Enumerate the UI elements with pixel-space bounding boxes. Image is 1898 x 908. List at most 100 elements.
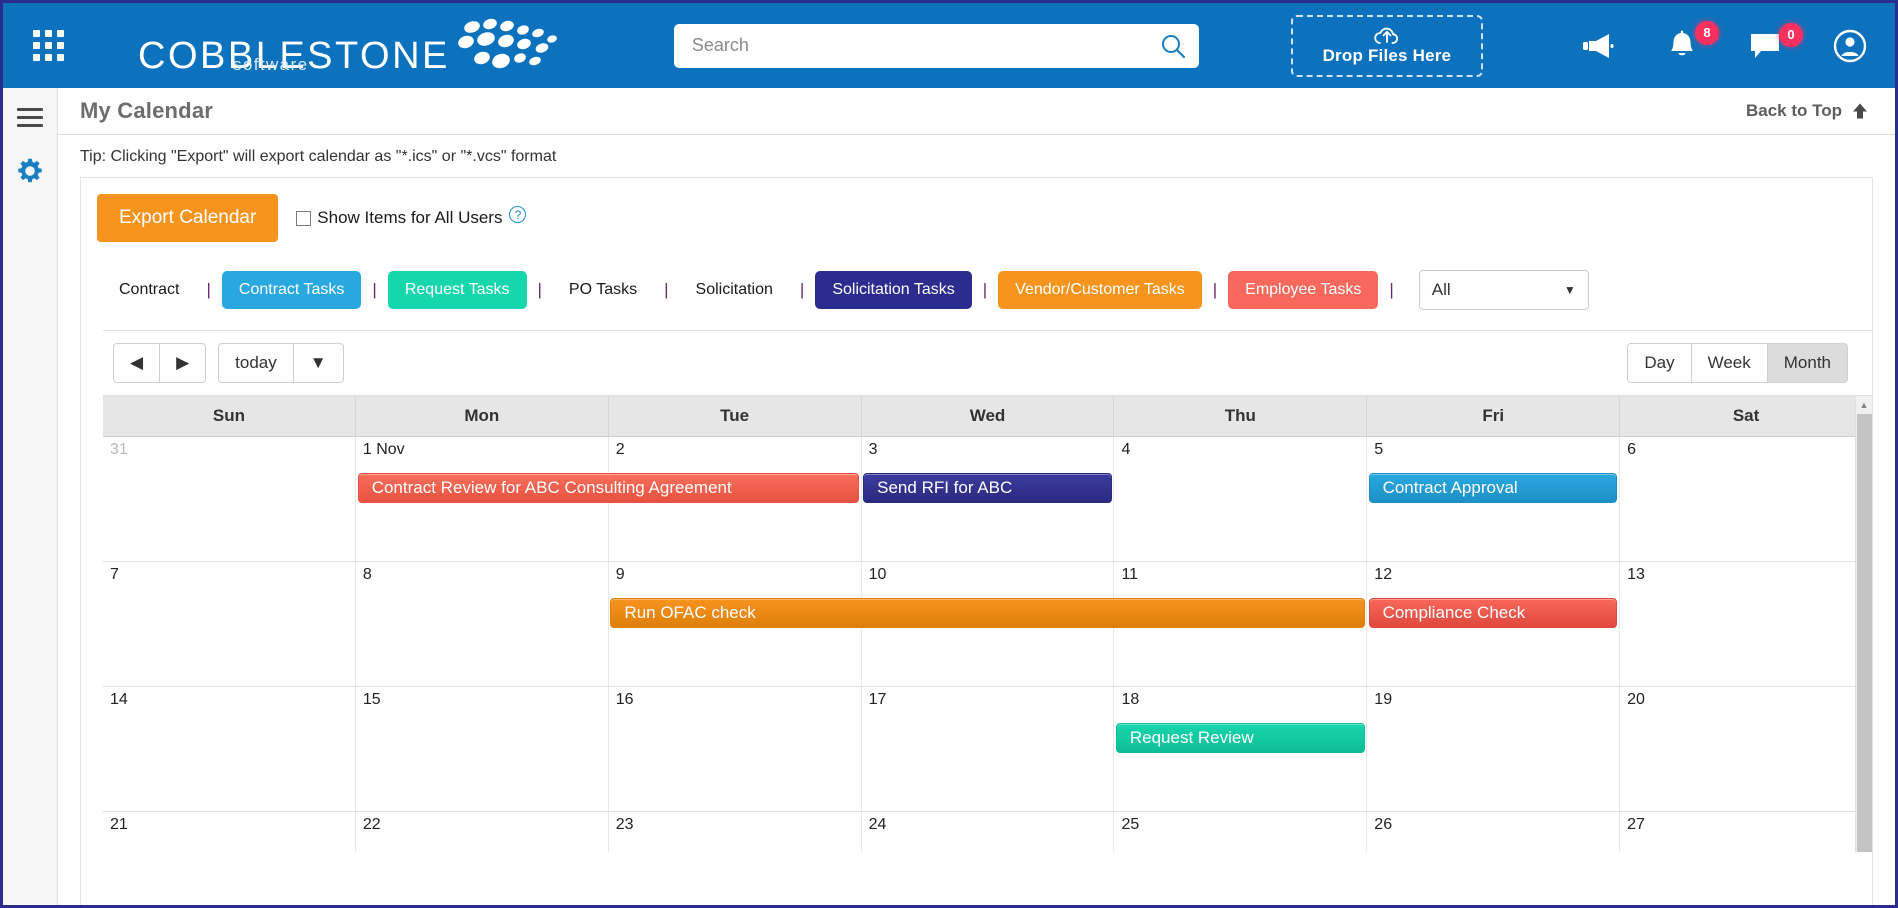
calendar-event[interactable]: Request Review [1116, 723, 1365, 753]
filter-vendor-customer-tasks[interactable]: Vendor/Customer Tasks [998, 271, 1202, 309]
calendar-day-cell[interactable]: 20 [1619, 687, 1872, 811]
page-body: Tip: Clicking "Export" will export calen… [58, 135, 1895, 905]
day-of-week-header: SunMonTueWedThuFriSat [103, 396, 1872, 437]
settings-button[interactable] [17, 158, 43, 189]
calendar-day-cell[interactable]: 4 [1113, 437, 1366, 561]
calendar-day-cell[interactable]: 24 [861, 812, 1114, 852]
day-number: 5 [1374, 441, 1383, 459]
filter-employee-tasks[interactable]: Employee Tasks [1228, 271, 1378, 309]
brand-logo: COBBLESTONE software [138, 17, 564, 75]
day-number: 11 [1121, 566, 1138, 584]
filter-request-tasks[interactable]: Request Tasks [388, 271, 527, 309]
day-number: 16 [616, 691, 634, 709]
day-header-mon: Mon [355, 396, 608, 436]
day-header-sun: Sun [103, 396, 355, 436]
calendar-event[interactable]: Contract Approval [1369, 473, 1618, 503]
calendar-nav-arrows: ◀ ▶ [113, 343, 206, 383]
show-all-users-toggle[interactable]: Show Items for All Users ? [296, 208, 526, 228]
day-number: 21 [110, 816, 128, 834]
calendar-event[interactable]: Contract Review for ABC Consulting Agree… [358, 473, 859, 503]
calendar-event[interactable]: Send RFI for ABC [863, 473, 1112, 503]
day-header-tue: Tue [608, 396, 861, 436]
filter-solicitation[interactable]: Solicitation [680, 281, 789, 299]
day-number: 20 [1627, 691, 1645, 709]
filter-po-tasks[interactable]: PO Tasks [553, 281, 653, 299]
calendar-day-cell[interactable]: 23 [608, 812, 861, 852]
calendar-day-cell[interactable]: 13 [1619, 562, 1872, 686]
scroll-up-icon[interactable]: ▲ [1856, 396, 1872, 413]
arrow-up-icon [1851, 102, 1869, 120]
day-number: 14 [110, 691, 128, 709]
day-number: 23 [616, 816, 634, 834]
help-icon[interactable]: ? [509, 206, 526, 223]
grid-apps-icon [33, 30, 64, 61]
today-button[interactable]: today [218, 343, 294, 383]
filter-solicitation-tasks[interactable]: Solicitation Tasks [815, 271, 971, 309]
cobblestone-dots-icon [452, 17, 564, 75]
drop-files-zone[interactable]: Drop Files Here [1291, 15, 1483, 77]
scope-select-value: All [1432, 280, 1451, 300]
calendar-event[interactable]: Compliance Check [1369, 598, 1618, 628]
top-navigation-bar: COBBLESTONE software [3, 3, 1895, 88]
view-day-button[interactable]: Day [1627, 343, 1691, 383]
show-all-users-checkbox[interactable] [296, 211, 311, 226]
day-header-wed: Wed [861, 396, 1114, 436]
calendar-day-cell[interactable]: 27 [1619, 812, 1872, 852]
day-number: 4 [1121, 441, 1130, 459]
calendar-day-cell[interactable]: 6 [1619, 437, 1872, 561]
filter-separator: | [653, 280, 679, 300]
calendar-day-cell[interactable]: 8 [355, 562, 608, 686]
search-input[interactable] [674, 24, 1199, 68]
day-number: 8 [363, 566, 372, 584]
calendar-day-cell[interactable]: 25 [1113, 812, 1366, 852]
messages-button[interactable]: 0 [1749, 32, 1781, 60]
day-header-fri: Fri [1366, 396, 1619, 436]
filter-contract-tasks[interactable]: Contract Tasks [222, 271, 362, 309]
day-number: 9 [616, 566, 625, 584]
user-account-button[interactable] [1833, 29, 1867, 63]
announcements-button[interactable] [1579, 31, 1615, 61]
calendar-week-row: 14 15 16 17 18 19 20 Request Review [103, 687, 1872, 812]
calendar-day-cell[interactable]: 22 [355, 812, 608, 852]
dots-svg [452, 17, 564, 75]
calendar-day-cell[interactable]: 14 [103, 687, 355, 811]
back-to-top-link[interactable]: Back to Top [1746, 101, 1869, 121]
calendar-scope-select[interactable]: All▼ [1419, 270, 1589, 310]
export-calendar-button[interactable]: Export Calendar [97, 194, 278, 242]
day-number: 18 [1121, 691, 1139, 709]
search-icon[interactable] [1159, 32, 1187, 60]
calendar-event[interactable]: Run OFAC check [610, 598, 1364, 628]
date-picker-button[interactable]: ▼ [293, 343, 344, 383]
filter-separator: | [789, 280, 815, 300]
calendar-panel: Export Calendar Show Items for All Users… [80, 177, 1873, 905]
calendar-filter-bar: Contract|Contract Tasks|Request Tasks|PO… [81, 256, 1872, 320]
calendar-week-row: 78910111213Run OFAC checkCompliance Chec… [103, 562, 1872, 687]
calendar-scrollbar[interactable]: ▲ [1855, 396, 1872, 852]
day-number: 6 [1627, 441, 1636, 459]
calendar-day-cell[interactable]: 21 [103, 812, 355, 852]
calendar-day-cell[interactable]: 16 [608, 687, 861, 811]
view-month-button[interactable]: Month [1767, 343, 1848, 383]
day-number: 7 [110, 566, 119, 584]
menu-toggle-button[interactable] [17, 108, 43, 132]
calendar-day-cell[interactable]: 26 [1366, 812, 1619, 852]
filter-contract[interactable]: Contract [103, 281, 195, 299]
next-period-button[interactable]: ▶ [159, 343, 206, 383]
day-number: 25 [1121, 816, 1139, 834]
calendar-day-cell[interactable]: 31 [103, 437, 355, 561]
back-to-top-label: Back to Top [1746, 101, 1842, 121]
export-tip: Tip: Clicking "Export" will export calen… [58, 135, 1895, 177]
calendar-day-cell[interactable]: 17 [861, 687, 1114, 811]
calendar-day-cell[interactable]: 7 [103, 562, 355, 686]
calendar-day-cell[interactable]: 15 [355, 687, 608, 811]
prev-period-button[interactable]: ◀ [113, 343, 160, 383]
calendar-day-cell[interactable]: 19 [1366, 687, 1619, 811]
gear-icon [17, 158, 43, 184]
scrollbar-thumb[interactable] [1857, 414, 1872, 852]
app-launcher-button[interactable] [3, 30, 93, 61]
view-week-button[interactable]: Week [1691, 343, 1768, 383]
notifications-button[interactable]: 8 [1667, 30, 1697, 62]
user-avatar-icon [1833, 29, 1867, 63]
chat-bubble-icon [1749, 32, 1781, 60]
calendar-toolbar: ◀ ▶ today ▼ DayWeekMonth [103, 331, 1872, 395]
